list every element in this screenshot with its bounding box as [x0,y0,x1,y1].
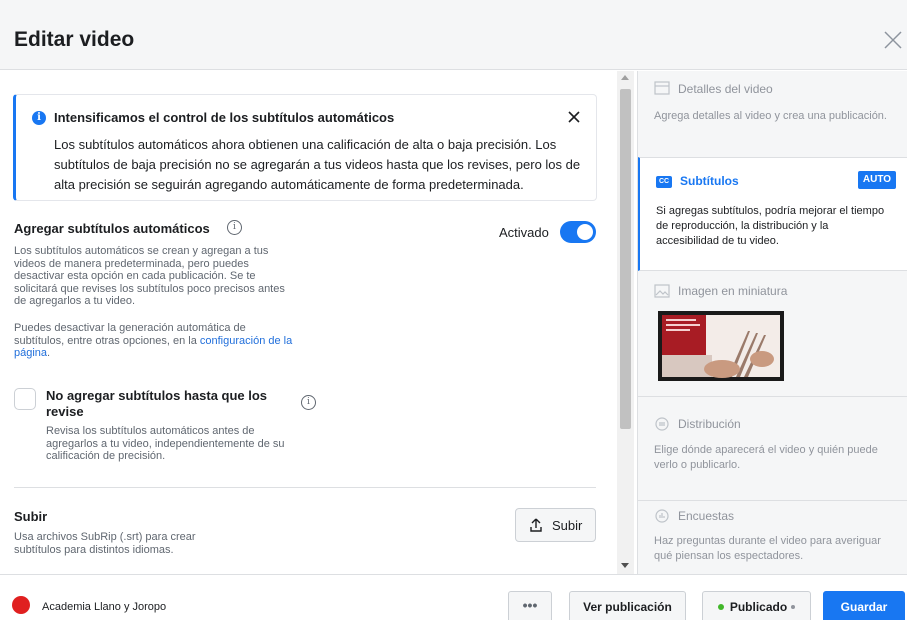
step-title: Distribución [678,417,741,431]
step-description: Haz preguntas durante el video para aver… [654,535,881,562]
step-title: Subtítulos [680,174,739,188]
scroll-down-arrow-icon[interactable] [621,563,629,568]
poll-icon [655,509,669,523]
dialog-header: Editar video [0,0,907,70]
upload-title: Subir [14,509,48,524]
upload-icon [530,518,542,532]
scroll-up-arrow-icon[interactable] [621,75,629,80]
scrollbar-thumb[interactable] [620,89,631,429]
step-title: Detalles del video [678,82,773,96]
step-title: Imagen en miniatura [678,284,788,298]
info-icon[interactable]: i [227,220,242,235]
close-icon[interactable] [883,30,903,50]
settings-note-end: . [47,347,51,359]
auto-captions-description: Los subtítulos automáticos se crean y ag… [14,245,285,307]
save-button[interactable]: Guardar [823,591,905,620]
step-description: Si agregas subtítulos, podría mejorar el… [656,205,885,247]
subtitles-panel: i Intensificamos el control de los subtí… [0,71,612,574]
close-icon[interactable] [566,109,582,125]
info-icon: i [32,111,46,125]
review-checkbox[interactable] [14,388,36,410]
notice-banner: i Intensificamos el control de los subtí… [13,94,597,201]
steps-sidebar: Detalles del video Agrega detalles al vi… [637,71,907,574]
step-subtitles[interactable]: CC Subtítulos AUTO Si agregas subtítulos… [638,157,907,271]
dropdown-icon [791,604,796,609]
step-title: Encuestas [678,509,735,523]
step-description: Agrega detalles al video y crea una publ… [654,110,887,122]
video-thumbnail[interactable] [658,311,784,381]
cc-icon: CC [656,176,672,188]
notice-title: Intensificamos el control de los subtítu… [54,110,395,125]
dialog-footer: Academia Llano y Joropo ••• Ver publicac… [0,574,907,620]
auto-badge: AUTO [858,171,896,189]
auto-captions-settings-note: Puedes desactivar la generación automáti… [14,322,294,360]
toggle-label: Activado [499,225,549,240]
status-dot-icon [717,603,724,610]
step-polls[interactable]: Encuestas Haz preguntas durante el video… [638,500,907,574]
auto-captions-title: Agregar subtítulos automáticos [14,221,210,236]
upload-description: Usa archivos SubRip (.srt) para crear su… [14,531,196,556]
view-post-button[interactable]: Ver publicación [569,591,686,620]
step-distribution[interactable]: Distribución Elige dónde aparecerá el vi… [638,396,907,500]
upload-button[interactable]: Subir [515,508,596,542]
step-description: Elige dónde aparecerá el video y quién p… [654,444,878,471]
toggle-knob [577,224,593,240]
divider [14,487,596,488]
step-video-details[interactable]: Detalles del video Agrega detalles al vi… [638,71,907,157]
info-icon[interactable]: i [301,395,316,410]
details-icon [654,81,670,95]
status-label: Publicado [729,600,788,614]
publish-status-dropdown[interactable]: Publicado [702,591,811,620]
auto-captions-toggle[interactable] [560,221,596,243]
review-option-title: No agregar subtítulos hasta que los revi… [46,388,268,419]
page-avatar [12,596,30,614]
dialog-title: Editar video [14,28,135,51]
review-option-description: Revisa los subtítulos automáticos antes … [46,425,285,462]
scrollbar[interactable] [617,71,634,574]
distribution-icon [655,417,669,431]
more-options-button[interactable]: ••• [508,591,552,620]
notice-body: Los subtítulos automáticos ahora obtiene… [54,137,581,192]
page-name: Academia Llano y Joropo [42,601,167,613]
image-icon [654,284,670,298]
upload-button-label: Subir [552,518,583,533]
thumbnail-image-icon [658,311,784,381]
